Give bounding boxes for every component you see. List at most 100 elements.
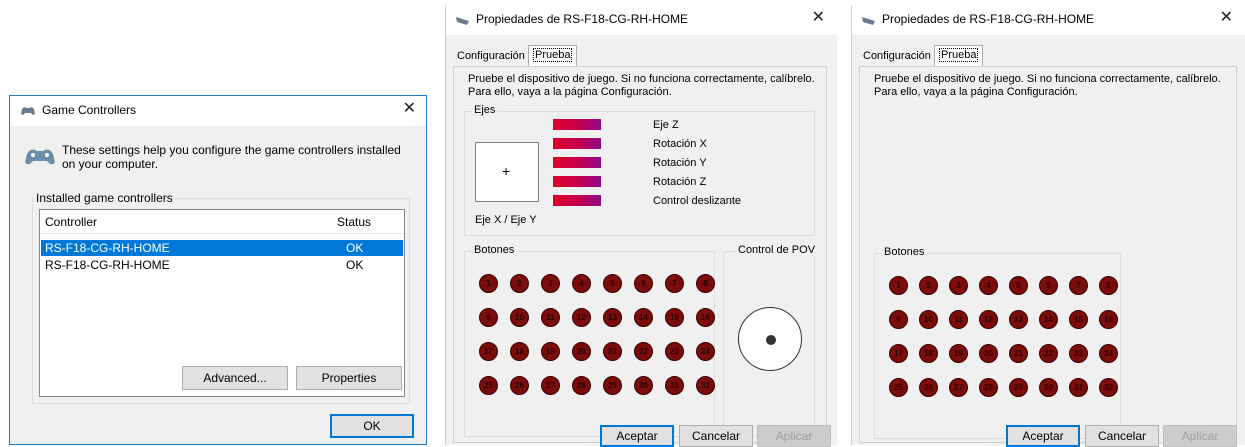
joystick-button-13: 13 (603, 308, 622, 327)
controller-name: RS-F18-CG-RH-HOME (45, 258, 170, 272)
joystick-button-20: 20 (572, 342, 591, 361)
tab-prueba[interactable]: Prueba (528, 45, 578, 67)
joystick-button-10: 10 (510, 308, 529, 327)
accept-button[interactable]: Aceptar (600, 425, 674, 447)
gamepad-icon (25, 149, 55, 165)
window-title: Propiedades de RS-F18-CG-RH-HOME (882, 12, 1095, 26)
joystick-button-12: 12 (979, 310, 998, 329)
tab-prueba[interactable]: Prueba (934, 45, 984, 67)
axis-bar-rot-y (553, 157, 601, 168)
apply-button: Aplicar (757, 425, 831, 447)
axis-bar-rot-z (553, 176, 601, 187)
joystick-button-16: 16 (696, 308, 715, 327)
close-icon[interactable]: ✕ (1220, 10, 1233, 26)
cancel-button[interactable]: Cancelar (679, 425, 753, 447)
axis-label-z: Eje Z (653, 119, 679, 131)
tab-configuracion[interactable]: Configuración (859, 47, 935, 67)
close-icon[interactable]: ✕ (403, 101, 416, 117)
joystick-button-26: 26 (510, 376, 529, 395)
joystick-button-5: 5 (1009, 276, 1028, 295)
joystick-button-29: 29 (1009, 378, 1028, 397)
joystick-button-28: 28 (979, 378, 998, 397)
close-icon[interactable]: ✕ (812, 10, 825, 26)
axes-group: Ejes + Eje X / Eje Y Eje Z Rotación X Ro… (464, 104, 815, 236)
buttons-label: Botones (472, 244, 517, 256)
joystick-button-21: 21 (1009, 344, 1028, 363)
joystick-button-6: 6 (1039, 276, 1058, 295)
dialog-body: These settings help you configure the ga… (10, 126, 426, 444)
dialog-body: Configuración Prueba Pruebe el dispositi… (446, 35, 837, 447)
pov-dot (766, 335, 776, 345)
installed-controllers-label: Installed game controllers (34, 191, 175, 205)
joystick-button-25: 25 (889, 378, 908, 397)
joystick-button-18: 18 (510, 342, 529, 361)
joystick-button-26: 26 (919, 378, 938, 397)
accept-button[interactable]: Aceptar (1006, 425, 1080, 447)
table-row[interactable]: RS-F18-CG-RH-HOME OK (41, 257, 403, 273)
properties-window-buttons-only: Propiedades de RS-F18-CG-RH-HOME ✕ Confi… (851, 5, 1245, 447)
test-description-line2: Para ello, vaya a la página Configuració… (874, 86, 1078, 98)
ok-button[interactable]: OK (330, 414, 414, 438)
joystick-button-23: 23 (665, 342, 684, 361)
joystick-button-14: 14 (634, 308, 653, 327)
advanced-button[interactable]: Advanced... (182, 366, 288, 390)
axis-bar-rot-x (553, 138, 601, 149)
gamepad-icon (21, 107, 35, 115)
title-bar[interactable]: Game Controllers ✕ (10, 96, 426, 126)
buttons-group: Botones 1 2 3 4 5 6 7 8 9 10 11 12 13 14 15 16 17 18 19 20 2… (874, 246, 1121, 439)
title-bar[interactable]: Propiedades de RS-F18-CG-RH-HOME ✕ (852, 5, 1245, 35)
window-title: Game Controllers (42, 103, 137, 117)
joystick-button-25: 25 (479, 376, 498, 395)
joystick-button-17: 17 (889, 344, 908, 363)
cancel-button[interactable]: Cancelar (1085, 425, 1159, 447)
controller-status: OK (346, 241, 364, 255)
axis-label-rot-x: Rotación X (653, 138, 707, 150)
joystick-button-6: 6 (634, 274, 653, 293)
joystick-button-24: 24 (696, 342, 715, 361)
buttons-grid: 1 2 3 4 5 6 7 8 9 10 11 12 13 14 15 16 17 18 19 20 21 22 23 24 2… (479, 274, 715, 395)
joystick-button-12: 12 (572, 308, 591, 327)
joystick-button-2: 2 (919, 276, 938, 295)
joystick-button-27: 27 (541, 376, 560, 395)
axis-label-rot-z: Rotación Z (653, 176, 707, 188)
joystick-button-22: 22 (634, 342, 653, 361)
tab-panel: Pruebe el dispositivo de juego. Si no fu… (453, 66, 827, 443)
axis-label-slider: Control deslizante (653, 195, 742, 207)
test-description-line1: Pruebe el dispositivo de juego. Si no fu… (874, 73, 1221, 85)
properties-button[interactable]: Properties (296, 366, 402, 390)
joystick-button-31: 31 (1069, 378, 1088, 397)
axes-label: Ejes (472, 104, 498, 116)
buttons-group: Botones 1 2 3 4 5 6 7 8 9 10 11 12 13 14 15 16 17 18 19 20 2… (464, 244, 715, 437)
joystick-button-15: 15 (665, 308, 684, 327)
joystick-button-13: 13 (1009, 310, 1028, 329)
game-controllers-window: Game Controllers ✕ These settings help y… (9, 95, 427, 445)
title-bar[interactable]: Propiedades de RS-F18-CG-RH-HOME ✕ (446, 5, 837, 35)
joystick-button-1: 1 (889, 276, 908, 295)
joystick-button-29: 29 (603, 376, 622, 395)
test-description-line1: Pruebe el dispositivo de juego. Si no fu… (468, 73, 815, 85)
joystick-button-9: 9 (889, 310, 908, 329)
window-title: Propiedades de RS-F18-CG-RH-HOME (476, 12, 689, 26)
controller-status: OK (346, 258, 364, 272)
joystick-button-17: 17 (479, 342, 498, 361)
joystick-button-19: 19 (541, 342, 560, 361)
joystick-button-3: 3 (949, 276, 968, 295)
pov-indicator (738, 307, 802, 371)
apply-button: Aplicar (1163, 425, 1237, 447)
joystick-button-22: 22 (1039, 344, 1058, 363)
joystick-button-3: 3 (541, 274, 560, 293)
column-controller[interactable]: Controller (45, 215, 97, 229)
joystick-button-8: 8 (1099, 276, 1118, 295)
dialog-body: Configuración Prueba Pruebe el dispositi… (852, 35, 1245, 447)
tab-panel: Pruebe el dispositivo de juego. Si no fu… (859, 66, 1237, 443)
joystick-button-21: 21 (603, 342, 622, 361)
tab-configuracion[interactable]: Configuración (453, 47, 529, 67)
joystick-button-16: 16 (1099, 310, 1118, 329)
table-row[interactable]: RS-F18-CG-RH-HOME OK (41, 240, 403, 256)
axis-bar-slider (553, 195, 601, 206)
joystick-button-4: 4 (979, 276, 998, 295)
axis-label-rot-y: Rotación Y (653, 157, 707, 169)
column-status[interactable]: Status (337, 215, 371, 229)
joystick-button-11: 11 (541, 308, 560, 327)
list-header: Controller Status (40, 210, 404, 234)
